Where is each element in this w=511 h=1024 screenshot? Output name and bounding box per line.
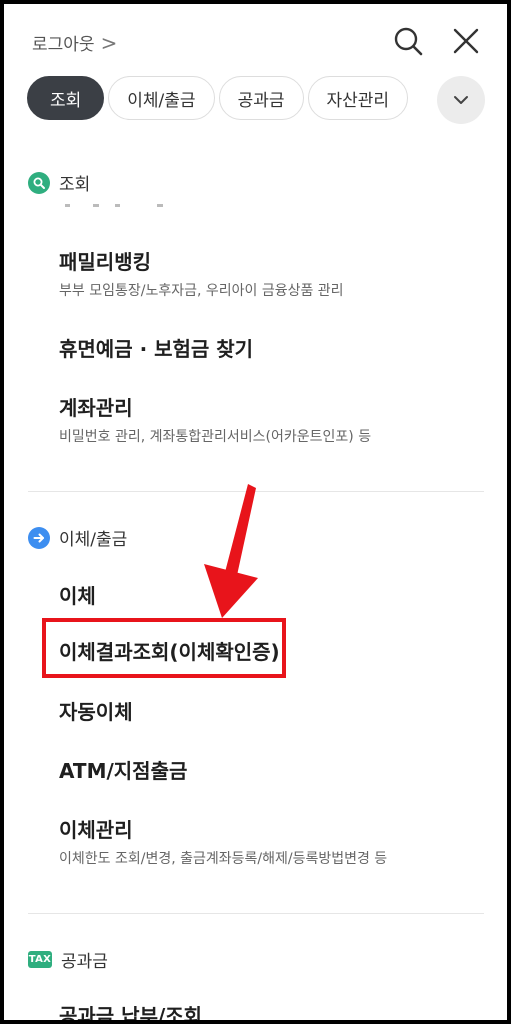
menu-item-account-management[interactable]: 계좌관리: [59, 392, 133, 421]
menu-screen: 로그아웃 > 조회 이체/출금 공과금 자산관리 조회 패밀리뱅킹 부부 모임통…: [4, 4, 507, 1020]
logout-link[interactable]: 로그아웃 >: [32, 30, 118, 56]
chevron-right-icon: >: [100, 30, 118, 55]
arrow-right-icon: [28, 526, 50, 549]
section-header-inquiry: 조회: [28, 170, 90, 195]
tab-asset[interactable]: 자산관리: [307, 76, 409, 120]
logout-label: 로그아웃: [32, 35, 95, 55]
tax-badge: TAX: [28, 951, 52, 968]
tab-inquiry[interactable]: 조회: [27, 76, 105, 120]
menu-item-transfer-management-desc: 이체한도 조회/변경, 출금계좌등록/해제/등록방법변경 등: [59, 851, 388, 867]
menu-item-transfer[interactable]: 이체: [59, 580, 96, 609]
menu-item-family-banking[interactable]: 패밀리뱅킹: [59, 246, 151, 275]
chevron-down-icon: [454, 96, 468, 104]
menu-item-atm-withdrawal[interactable]: ATM/지점출금: [59, 755, 187, 784]
section-header-transfer: 이체/출금: [28, 525, 127, 550]
section-title-utility: 공과금: [61, 952, 108, 972]
search-icon[interactable]: [391, 24, 425, 58]
tab-transfer[interactable]: 이체/출금: [108, 76, 215, 120]
menu-item-transfer-result[interactable]: 이체결과조회(이체확인증): [59, 636, 280, 665]
section-title-transfer: 이체/출금: [59, 530, 128, 550]
menu-item-utility-payment[interactable]: 공과금 납부/조회: [59, 1000, 202, 1020]
menu-item-family-banking-desc: 부부 모임통장/노후자금, 우리아이 금융상품 관리: [59, 283, 344, 299]
section-divider: [28, 491, 484, 492]
menu-item-account-management-desc: 비밀번호 관리, 계좌통합관리서비스(어카운트인포) 등: [59, 429, 372, 445]
tabs-more-button[interactable]: [437, 76, 485, 124]
section-divider: [28, 913, 484, 914]
menu-item-dormant-deposit[interactable]: 휴면예금 · 보험금 찾기: [59, 333, 253, 362]
category-tabs: 조회 이체/출금 공과금 자산관리: [27, 76, 409, 120]
close-icon[interactable]: [449, 24, 483, 58]
menu-item-auto-transfer[interactable]: 자동이체: [59, 696, 133, 725]
section-header-utility: TAX 공과금: [28, 947, 108, 972]
section-title-inquiry: 조회: [59, 175, 91, 195]
clipped-item-remnant: [65, 204, 163, 207]
tab-utility[interactable]: 공과금: [218, 76, 304, 120]
magnifier-icon: [28, 171, 50, 194]
menu-item-transfer-management[interactable]: 이체관리: [59, 814, 133, 843]
pointer-arrow-annotation: [204, 484, 258, 618]
